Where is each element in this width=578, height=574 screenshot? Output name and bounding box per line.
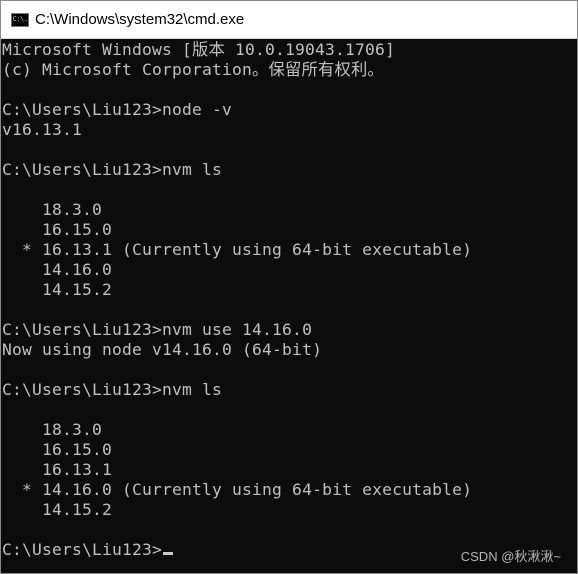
console-line: 16.15.0 <box>2 220 113 239</box>
cmd-icon-label: C:\. <box>12 15 28 23</box>
scrollbar[interactable] <box>573 40 577 573</box>
title-bar[interactable]: C:\. C:\Windows\system32\cmd.exe <box>1 1 577 39</box>
console-line: 14.15.2 <box>2 500 113 519</box>
console-line: 16.13.1 <box>2 460 113 479</box>
console-line: C:\Users\Liu123>nvm use 14.16.0 <box>2 320 313 339</box>
console-line: 18.3.0 <box>2 420 103 439</box>
csdn-watermark: CSDN @秋湫湫~ <box>460 549 561 564</box>
console-line: C:\Users\Liu123>nvm ls <box>2 160 223 179</box>
console-line: 18.3.0 <box>2 200 103 219</box>
console-line: * 16.13.1 (Currently using 64-bit execut… <box>2 240 473 259</box>
text-cursor <box>163 552 174 555</box>
cmd-window: C:\. C:\Windows\system32\cmd.exe Microso… <box>0 0 578 574</box>
cmd-icon: C:\. <box>11 12 29 27</box>
console-line: 16.15.0 <box>2 440 113 459</box>
console-line: Microsoft Windows [版本 10.0.19043.1706] <box>2 40 396 59</box>
console-line: (c) Microsoft Corporation。保留所有权利。 <box>2 60 384 79</box>
console-line: 14.15.2 <box>2 280 113 299</box>
window-title: C:\Windows\system32\cmd.exe <box>35 11 245 28</box>
console-line: C:\Users\Liu123>node -v <box>2 100 233 119</box>
console-line: * 14.16.0 (Currently using 64-bit execut… <box>2 480 473 499</box>
console-output[interactable]: Microsoft Windows [版本 10.0.19043.1706] (… <box>2 40 572 572</box>
console-line: C:\Users\Liu123>nvm ls <box>2 380 223 399</box>
console-line: v16.13.1 <box>2 120 83 139</box>
console-line: Now using node v14.16.0 (64-bit) <box>2 340 323 359</box>
console-line: 14.16.0 <box>2 260 113 279</box>
command-prompt: C:\Users\Liu123> <box>2 540 163 559</box>
